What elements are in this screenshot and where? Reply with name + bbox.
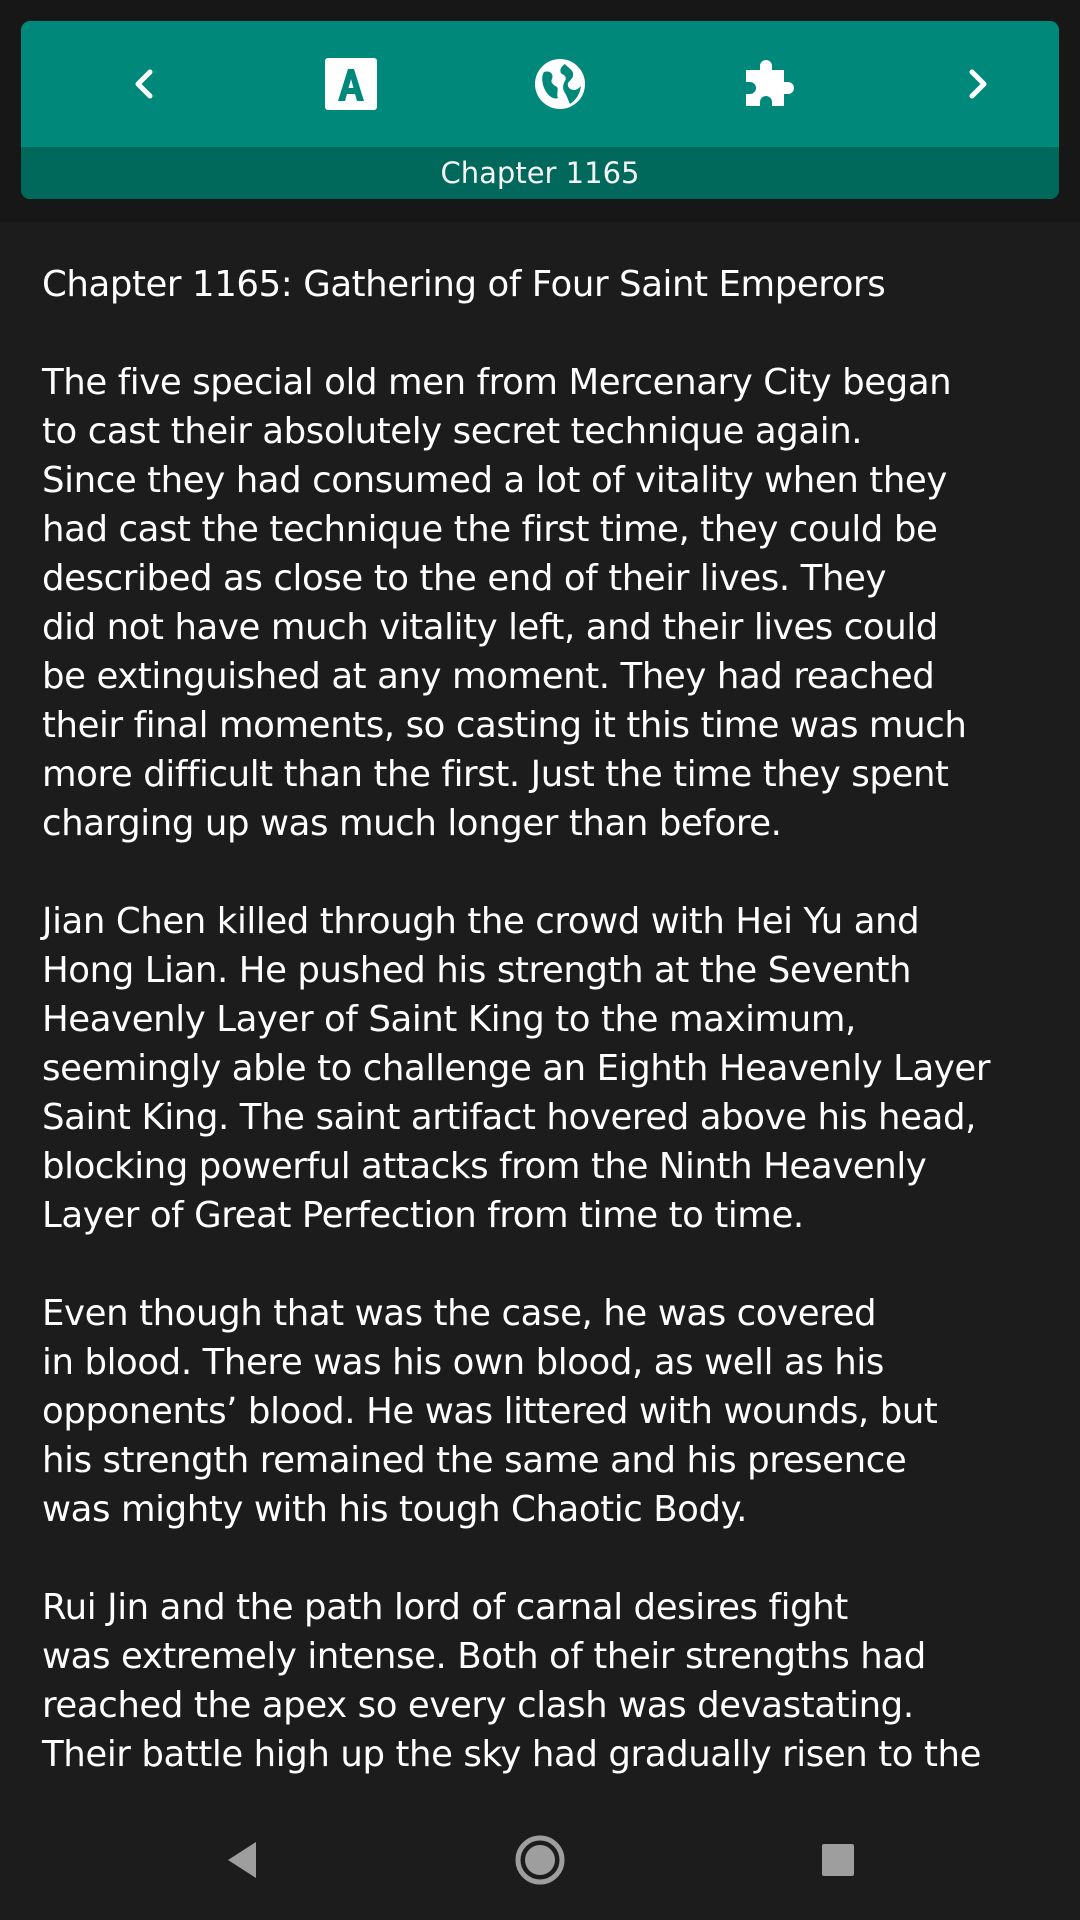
globe-icon [535,59,585,109]
nav-home-button[interactable] [508,1828,572,1892]
chapter-content: Chapter 1165: Gathering of Four Saint Em… [42,260,1052,1828]
chapter-title: Chapter 1165: Gathering of Four Saint Em… [42,264,886,305]
font-a-icon [325,58,377,110]
reader-toolbar: Chapter 1165 [21,21,1059,199]
nav-recents-button[interactable] [806,1828,870,1892]
nav-back-button[interactable] [210,1828,274,1892]
chapter-indicator: Chapter 1165 [21,147,1059,199]
recents-square-icon [822,1844,854,1876]
font-settings-button[interactable] [310,43,392,125]
paragraph: Even though that was the case, he was co… [42,1293,938,1530]
paragraph: Rui Jin and the path lord of carnal desi… [42,1587,982,1775]
paragraph: The five special old men from Mercenary … [42,362,967,844]
system-navigation-bar [0,1800,1080,1920]
previous-chapter-button[interactable] [104,43,186,125]
chevron-right-icon [969,69,987,99]
toolbar-buttons-row [21,21,1059,147]
next-chapter-button[interactable] [936,43,1018,125]
extensions-button[interactable] [727,43,809,125]
chapter-label: Chapter 1165 [440,156,640,190]
translate-button[interactable] [519,43,601,125]
reader-screen: Chapter 1165 Chapter 1165: Gathering of … [0,0,1080,1920]
back-triangle-icon [228,1842,256,1878]
chevron-left-icon [135,69,153,99]
puzzle-icon [746,60,794,106]
paragraph: Jian Chen killed through the crowd with … [42,901,991,1236]
home-circle-icon [515,1835,565,1885]
